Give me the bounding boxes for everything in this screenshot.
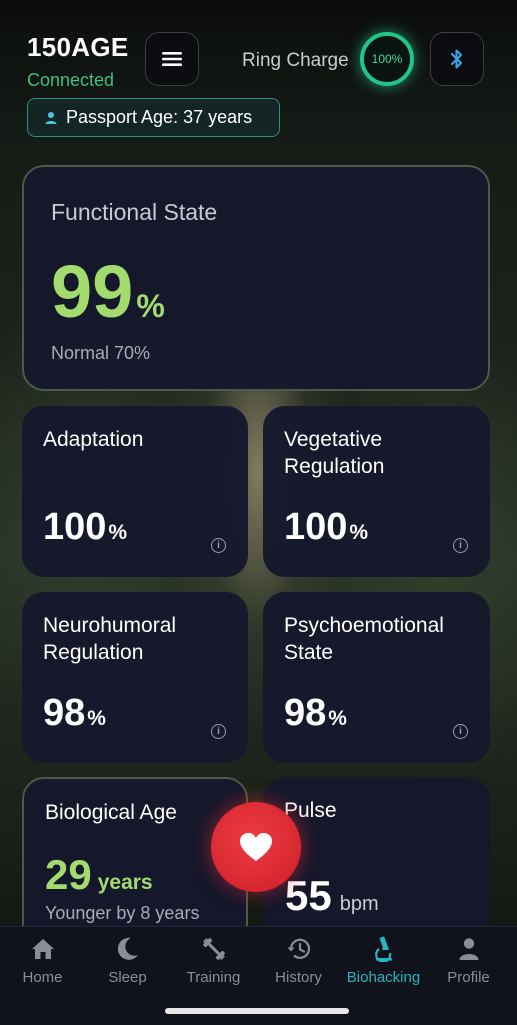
vegetative-regulation-card[interactable]: Vegetative Regulation 100% i xyxy=(263,406,490,577)
pulse-unit: bpm xyxy=(339,893,379,915)
person-icon xyxy=(459,938,478,960)
ring-charge-value: 100% xyxy=(371,52,403,66)
metric-number: 100 xyxy=(284,506,348,548)
functional-state-card[interactable]: Functional State 99% Normal 70% xyxy=(22,165,490,391)
biological-age-value: 29 years xyxy=(45,851,153,899)
functional-state-normal: Normal 70% xyxy=(51,343,151,363)
passport-age-text: Passport Age: 37 years xyxy=(66,107,253,127)
metric-title: Psychoemotional State xyxy=(284,614,444,664)
metric-value: 100% xyxy=(43,506,127,549)
metric-value: 98% xyxy=(284,692,347,735)
ring-charge-label: Ring Charge xyxy=(242,50,349,71)
metric-unit: % xyxy=(87,707,106,730)
nav-item-training[interactable]: Training xyxy=(171,935,256,986)
info-icon[interactable]: i xyxy=(211,538,226,553)
nav-label: History xyxy=(275,969,322,986)
hamburger-icon xyxy=(162,52,182,66)
biological-age-subtitle: Younger by 8 years xyxy=(45,903,200,923)
functional-state-unit: % xyxy=(136,288,165,324)
bluetooth-icon xyxy=(451,49,462,69)
heart-icon xyxy=(240,833,272,861)
functional-state-title: Functional State xyxy=(51,199,218,225)
neurohumoral-regulation-card[interactable]: Neurohumoral Regulation 98% i xyxy=(22,592,248,763)
metric-number: 98 xyxy=(43,692,86,734)
microscope-icon xyxy=(374,936,392,962)
functional-state-number: 99 xyxy=(51,250,134,333)
nav-label: Home xyxy=(22,969,63,986)
nav-label: Sleep xyxy=(108,969,147,986)
nav-label: Training xyxy=(186,969,241,986)
nav-label: Biohacking xyxy=(346,969,421,986)
metric-unit: % xyxy=(328,707,347,730)
nav-label: Profile xyxy=(447,969,490,986)
metric-title: Adaptation xyxy=(43,428,144,451)
functional-state-value: 99% xyxy=(51,249,165,334)
bluetooth-button[interactable] xyxy=(430,32,484,86)
psychoemotional-state-card[interactable]: Psychoemotional State 98% i xyxy=(263,592,490,763)
adaptation-card[interactable]: Adaptation 100% i xyxy=(22,406,248,577)
home-icon xyxy=(31,939,54,959)
pulse-number: 55 xyxy=(285,872,332,919)
dumbbell-icon xyxy=(202,938,225,960)
pulse-value: 55 bpm xyxy=(285,872,379,920)
info-icon[interactable]: i xyxy=(211,724,226,739)
history-icon xyxy=(287,938,310,959)
metric-unit: % xyxy=(349,521,369,544)
metric-value: 98% xyxy=(43,692,106,735)
metric-number: 100 xyxy=(43,506,107,548)
moon-icon xyxy=(117,937,138,960)
nav-item-home[interactable]: Home xyxy=(0,935,85,986)
nav-item-sleep[interactable]: Sleep xyxy=(85,935,170,986)
metric-title: Vegetative Regulation xyxy=(284,428,385,478)
nav-item-profile[interactable]: Profile xyxy=(426,935,511,986)
home-indicator[interactable] xyxy=(165,1008,349,1014)
biological-age-title: Biological Age xyxy=(45,801,177,824)
biological-age-unit: years xyxy=(97,871,153,894)
metric-unit: % xyxy=(108,521,128,544)
info-icon[interactable]: i xyxy=(453,538,468,553)
info-icon[interactable]: i xyxy=(453,724,468,739)
menu-button[interactable] xyxy=(145,32,199,86)
metric-value: 100% xyxy=(284,506,368,549)
metric-title: Neurohumoral Regulation xyxy=(43,614,177,664)
metric-number: 98 xyxy=(284,692,327,734)
nav-item-history[interactable]: History xyxy=(256,935,341,986)
connection-status: Connected xyxy=(27,70,115,90)
heart-measure-button[interactable] xyxy=(211,802,301,892)
biological-age-number: 29 xyxy=(45,851,92,898)
person-icon xyxy=(45,111,57,124)
ring-charge-indicator[interactable]: 100% xyxy=(360,32,414,86)
nav-item-biohacking[interactable]: Biohacking xyxy=(341,935,426,986)
passport-age-badge[interactable]: Passport Age: 37 years xyxy=(27,98,280,137)
app-title: 150AGE xyxy=(27,32,129,62)
